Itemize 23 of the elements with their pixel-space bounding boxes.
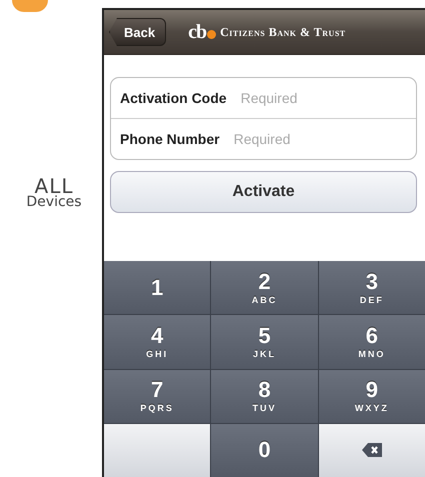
- keypad-key[interactable]: 7 PQRS: [104, 370, 210, 423]
- keypad-key[interactable]: 5 JKL: [211, 315, 318, 368]
- delete-key[interactable]: [318, 424, 425, 477]
- input-field[interactable]: Required: [240, 90, 361, 106]
- keypad-key[interactable]: 0: [211, 424, 318, 477]
- devices-label: Devices: [26, 196, 82, 210]
- field-label: Phone Number: [120, 131, 220, 147]
- back-button[interactable]: Back: [109, 18, 166, 46]
- keypad-key[interactable]: 8 TUV: [211, 370, 318, 423]
- keypad-key[interactable]: 1: [104, 261, 210, 314]
- keypad-key[interactable]: 4 GHI: [104, 315, 210, 368]
- backspace-icon: [362, 443, 382, 458]
- logo-mark: cb: [188, 20, 206, 44]
- tab-shape: [12, 0, 48, 12]
- field-label: Activation Code: [120, 90, 227, 106]
- keypad-key[interactable]: 3 DEF: [318, 261, 425, 314]
- bank-name: Citizens Bank & Trust: [220, 24, 346, 40]
- activate-button[interactable]: Activate: [110, 171, 417, 213]
- keypad-key[interactable]: 6 MNO: [318, 315, 425, 368]
- all-label: ALL: [34, 177, 74, 196]
- input-field[interactable]: Required: [234, 131, 354, 147]
- keypad-key[interactable]: 9 WXYZ: [318, 370, 425, 423]
- keypad-key[interactable]: 2 ABC: [211, 261, 318, 314]
